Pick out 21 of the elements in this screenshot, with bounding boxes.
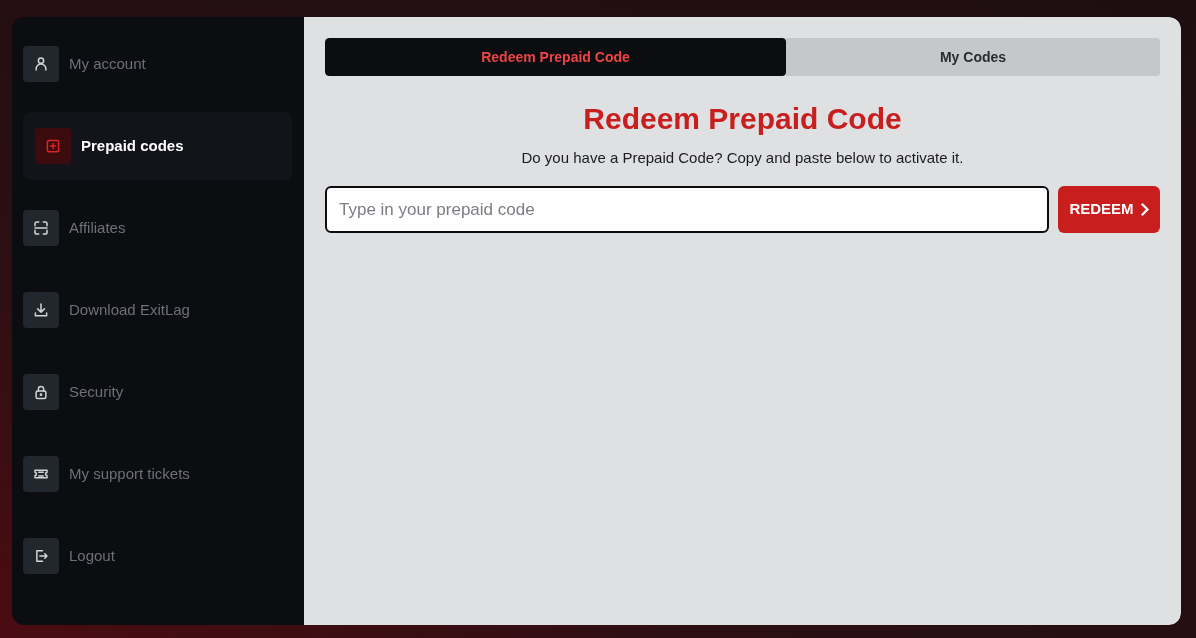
page-heading: Redeem Prepaid Code — [583, 101, 902, 137]
sidebar-item[interactable]: My account — [23, 46, 146, 82]
sidebar-item[interactable]: Affiliates — [23, 210, 126, 246]
redeem-button[interactable]: REDEEM — [1058, 186, 1160, 233]
download-icon — [23, 292, 59, 328]
lock-icon — [23, 374, 59, 410]
ticket-icon — [23, 456, 59, 492]
tab[interactable]: My Codes — [786, 38, 1160, 76]
description-text: Do you have a Prepaid Code? Copy and paste below to activate it. — [521, 148, 964, 168]
user-icon — [23, 46, 59, 82]
sidebar-item[interactable]: Download ExitLag — [23, 292, 190, 328]
tab[interactable]: Redeem Prepaid Code — [325, 38, 786, 76]
code-input-field[interactable]: Type in your prepaid code — [325, 186, 1049, 233]
plus-square-icon — [35, 128, 71, 164]
sidebar-item[interactable]: Logout — [23, 538, 115, 574]
scan-frame-icon — [23, 210, 59, 246]
chevron-right-icon — [1140, 203, 1149, 216]
logout-icon — [23, 538, 59, 574]
sidebar-item[interactable]: My support tickets — [23, 456, 190, 492]
sidebar-item[interactable]: Prepaid codes — [23, 112, 292, 180]
sidebar-item[interactable]: Security — [23, 374, 124, 410]
